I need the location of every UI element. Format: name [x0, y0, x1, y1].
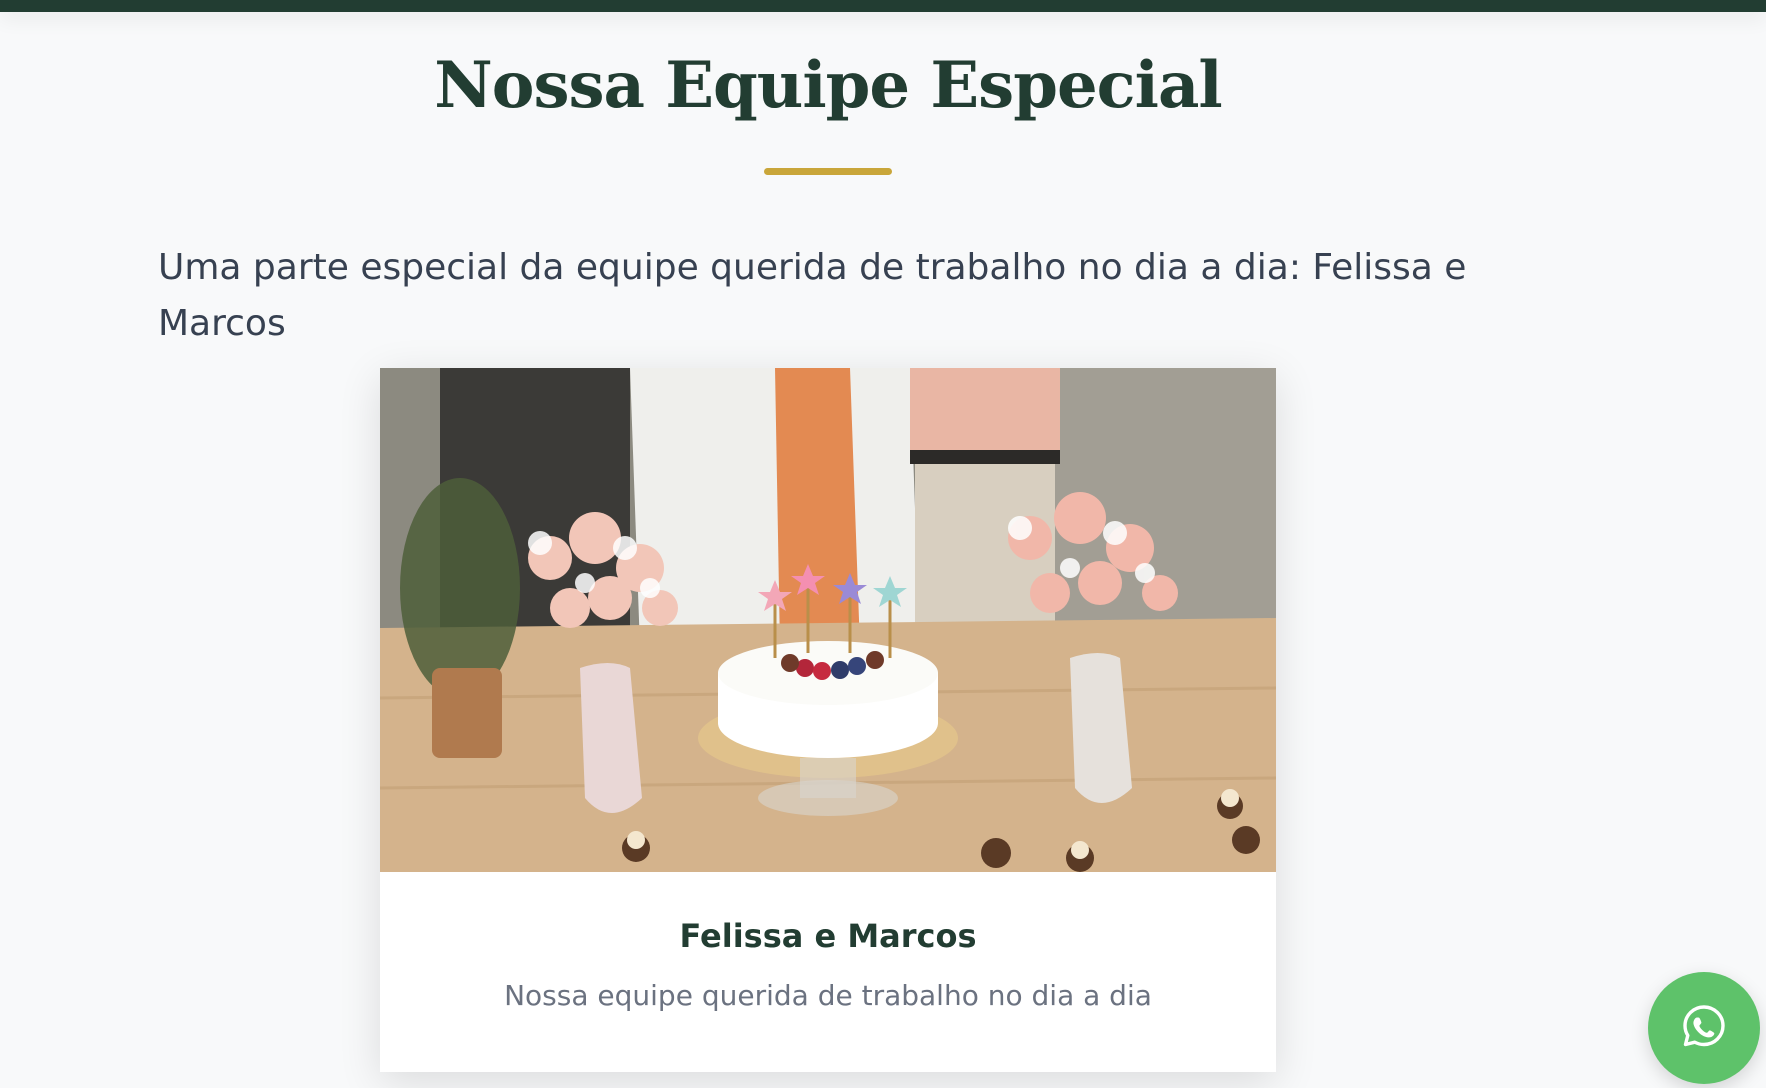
top-nav-bar	[0, 0, 1766, 12]
section-intro: Uma parte especial da equipe querida de …	[158, 247, 1467, 344]
title-underline	[764, 168, 892, 175]
card-name: Felissa e Marcos	[679, 917, 977, 955]
whatsapp-button[interactable]	[1648, 972, 1760, 1084]
whatsapp-icon	[1680, 1002, 1728, 1055]
section-title: Nossa Equipe Especial	[434, 48, 1222, 123]
card-body: Felissa e Marcos Nossa equipe querida de…	[380, 872, 1276, 1072]
team-photo	[380, 368, 1276, 872]
card-description: Nossa equipe querida de trabalho no dia …	[504, 979, 1152, 1012]
team-card: Felissa e Marcos Nossa equipe querida de…	[380, 368, 1276, 1072]
